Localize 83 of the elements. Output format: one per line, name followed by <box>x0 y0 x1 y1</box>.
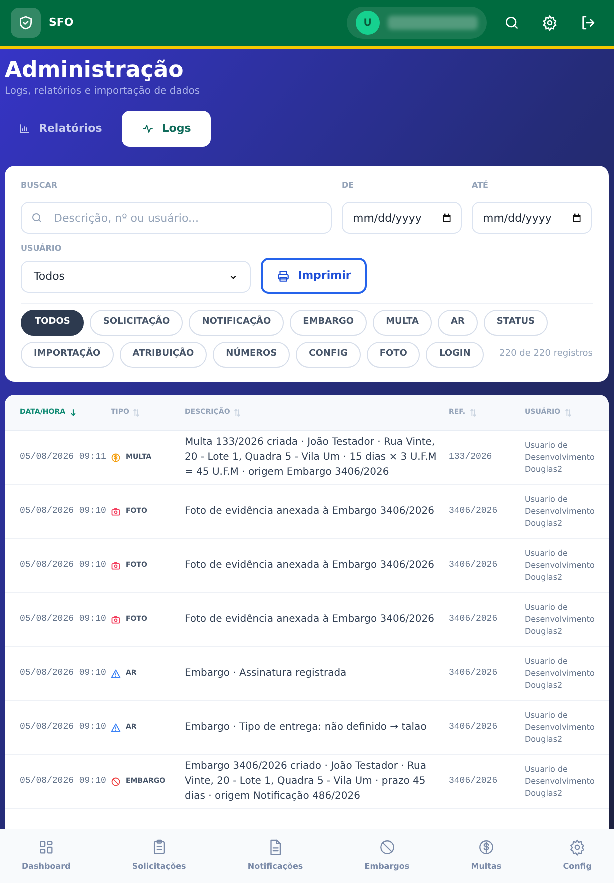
filter-chip[interactable]: AR <box>438 310 478 336</box>
record-count: 220 de 220 registros <box>500 348 593 362</box>
camera-icon <box>111 614 121 624</box>
print-button[interactable]: Imprimir <box>261 258 368 294</box>
reference-cell-text: 133/2026 <box>449 450 492 464</box>
description-cell-text: Multa 133/2026 criada · João Testador · Rua Vinte, 20 - Lote 1, Quadra 5 - Vila Um · 15 dias × 3 U.F.M = 45 U.F.M · origem Embargo 3406/2026 <box>185 436 438 480</box>
datetime-cell-text: 05/08/2026 09:10 <box>20 558 106 572</box>
filter-chip[interactable]: CONFIG <box>296 342 361 368</box>
sort-icon <box>564 408 572 416</box>
ban-icon <box>378 839 396 856</box>
datetime-cell-text: 05/08/2026 09:10 <box>20 612 106 626</box>
pulse-icon <box>142 123 154 135</box>
description-cell-text: Embargo · Tipo de entrega: não definido → talao <box>185 721 427 735</box>
description-cell-text: Foto de evidência anexada à Embargo 3406/2026 <box>185 613 435 627</box>
datetime-cell-text: 05/08/2026 09:10 <box>20 720 106 734</box>
user-cell-text: Usuario de Desenvolvimento Douglas2 <box>525 764 596 800</box>
filter-chip[interactable]: LOGIN <box>426 342 484 368</box>
filter-chip[interactable]: SOLICITAÇÃO <box>90 310 184 336</box>
filter-chip[interactable]: NÚMEROS <box>213 342 290 368</box>
date-field[interactable]: mm/dd/yyyy <box>472 202 592 234</box>
gear-icon <box>569 839 586 856</box>
field-label: ATÉ <box>472 180 488 192</box>
filter-chip[interactable]: MULTA <box>373 310 432 336</box>
user-cell-text: Usuario de Desenvolvimento Douglas2 <box>525 710 596 746</box>
tab[interactable]: Logs <box>122 111 212 147</box>
description-cell-text: Foto de evidência anexada à Embargo 3406/2026 <box>185 505 435 519</box>
filter-chip[interactable]: NOTIFICAÇÃO <box>189 310 284 336</box>
sort-icon <box>470 408 477 416</box>
sort-icon <box>133 408 140 416</box>
filter-chip[interactable]: FOTO <box>366 342 420 368</box>
filter-chip[interactable]: EMBARGO <box>290 310 368 336</box>
settings-icon <box>542 15 558 31</box>
camera-icon <box>111 560 121 570</box>
page-subtitle: Logs, relatórios e importação de dados <box>5 85 200 99</box>
datetime-cell-text: 05/08/2026 09:11 <box>20 450 106 464</box>
logout-icon <box>580 15 596 31</box>
sort-down-icon <box>70 408 77 416</box>
description-cell-text: Foto de evidência anexada à Embargo 3406/2026 <box>185 559 435 573</box>
reference-cell-text: 3406/2026 <box>449 558 498 572</box>
user-cell-text: Usuario de Desenvolvimento Douglas2 <box>525 548 596 584</box>
field-label: DE <box>342 180 354 192</box>
user-cell-text: Usuario de Desenvolvimento Douglas2 <box>525 494 596 530</box>
search-field[interactable]: Descrição, nº ou usuário... <box>21 202 332 234</box>
shield-logo-icon <box>11 8 41 38</box>
filter-chip[interactable]: ATRIBUIÇÃO <box>120 342 208 368</box>
dollar-coin-icon <box>111 452 121 462</box>
reference-cell-text: 3406/2026 <box>449 666 498 680</box>
reference-cell-text: 3406/2026 <box>449 720 498 734</box>
sort-icon <box>234 408 242 416</box>
description-cell-text: Embargo · Assinatura registrada <box>185 667 347 681</box>
field-label: BUSCAR <box>21 180 58 192</box>
user-cell-text: Usuario de Desenvolvimento Douglas2 <box>525 602 596 638</box>
warning-icon <box>111 668 121 678</box>
calendar-icon <box>572 213 582 223</box>
dollar-coin-icon <box>478 839 495 856</box>
warning-icon <box>111 722 121 732</box>
camera-icon <box>111 506 121 516</box>
reference-cell-text: 3406/2026 <box>449 504 498 518</box>
page-title: Administração <box>5 57 184 85</box>
reference-cell-text: 3406/2026 <box>449 774 498 788</box>
reference-cell-text: 3406/2026 <box>449 612 498 626</box>
search-icon <box>31 212 43 224</box>
filter-chip[interactable]: TODOS <box>21 310 84 336</box>
datetime-cell-text: 05/08/2026 09:10 <box>20 504 106 518</box>
bar-chart-icon <box>19 123 31 135</box>
description-cell-text: Embargo 3406/2026 criado · João Testador · Rua Vinte, 20 - Lote 1, Quadra 5 - Vila Um · prazo 45 dias · origem Notificação 486/2026 <box>185 760 428 804</box>
field-label: USUÁRIO <box>21 243 62 255</box>
datetime-cell-text: 05/08/2026 09:10 <box>20 774 106 788</box>
search-icon <box>504 15 520 31</box>
printer-icon <box>277 270 290 282</box>
calendar-icon <box>442 213 452 223</box>
user-select[interactable]: Todos <box>21 261 251 293</box>
filter-chip[interactable]: IMPORTAÇÃO <box>21 342 114 368</box>
user-cell-text: Usuario de Desenvolvimento Douglas2 <box>525 656 596 692</box>
app-name: SFO <box>49 14 74 31</box>
datetime-cell-text: 05/08/2026 09:10 <box>20 666 106 680</box>
filter-chip[interactable]: STATUS <box>484 310 548 336</box>
date-field[interactable]: mm/dd/yyyy <box>342 202 462 234</box>
tab[interactable]: Relatórios <box>5 111 116 147</box>
grid-icon <box>38 839 55 856</box>
user-cell-text: Usuario de Desenvolvimento Douglas2 <box>525 440 596 476</box>
user-pill[interactable]: U <box>347 7 487 39</box>
ban-icon <box>111 776 121 786</box>
